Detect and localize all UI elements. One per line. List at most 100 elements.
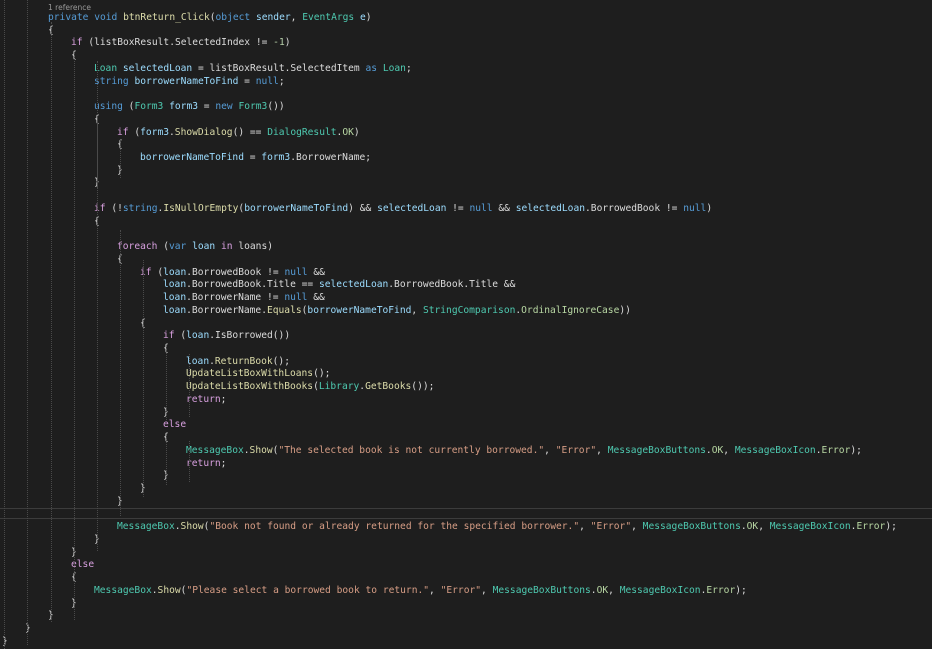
identifier: form3: [169, 101, 199, 113]
string-literal: "Error": [590, 521, 632, 533]
code-editor[interactable]: 1 reference private void btnReturn_Click…: [0, 0, 932, 649]
keyword: object: [215, 12, 251, 23]
code-text: ,: [608, 584, 620, 596]
type-name: MessageBoxIcon: [619, 584, 701, 596]
string-literal: "Book not found or already returned for …: [209, 521, 580, 533]
identifier: borrowerNameToFind: [244, 202, 349, 214]
keyword: as: [365, 62, 378, 74]
code-text: (!: [105, 202, 123, 214]
keyword: var: [169, 241, 187, 253]
identifier: loan: [163, 304, 187, 316]
method-name: IsNullOrEmpty: [163, 202, 239, 214]
type-name: Form3: [238, 101, 268, 113]
code-text: ): [353, 126, 360, 138]
code-line-text: return;: [186, 393, 226, 406]
keyword: null: [683, 202, 707, 214]
code-text: ;: [220, 457, 227, 469]
code-text: );: [885, 521, 897, 533]
code-text: ,: [481, 584, 493, 596]
code-line-text: if (listBoxResult.SelectedIndex != -1): [71, 36, 291, 49]
code-text: ,: [429, 584, 441, 596]
code-text: ();: [272, 355, 290, 367]
keyword: string: [122, 202, 158, 214]
enum-member: Error: [856, 521, 886, 533]
indent-guide: [74, 52, 75, 620]
code-text: ,: [723, 444, 735, 456]
code-text: ,: [596, 444, 608, 456]
identifier: selectedLoan: [515, 202, 586, 214]
code-text: .BorrowedBook !=: [186, 266, 285, 278]
code-text: ,: [544, 444, 556, 456]
method-name: UpdateListBoxWithBooks: [186, 381, 314, 393]
type-name: MessageBoxButtons: [642, 521, 741, 533]
code-line-text: loan.BorrowedBook.Title == selectedLoan.…: [163, 278, 515, 291]
code-text: (: [174, 330, 187, 342]
code-line-text: MessageBox.Show("Book not found or alrea…: [117, 520, 897, 533]
control-keyword: if: [140, 266, 152, 278]
code-text: ,: [631, 521, 643, 533]
code-text: ,: [411, 304, 423, 316]
enum-member: OK: [596, 584, 609, 596]
enum-member: OK: [711, 444, 724, 456]
control-keyword: if: [117, 126, 129, 138]
code-text: =: [243, 152, 262, 164]
code-text: (: [157, 241, 169, 253]
code-line-text: loan.BorrowerName != null &&: [163, 291, 325, 304]
keyword: null: [284, 266, 308, 278]
enum-member: Error: [821, 444, 851, 456]
control-keyword: else: [163, 419, 187, 431]
type-name: MessageBoxIcon: [734, 444, 816, 456]
string-literal: "Please select a borrowed book to return…: [186, 584, 430, 596]
code-text: ;: [278, 75, 285, 87]
keyword: void: [94, 12, 118, 23]
keyword: null: [469, 202, 493, 214]
identifier: selectedLoan: [377, 202, 447, 214]
code-text: .BorrowerName.: [186, 304, 267, 316]
identifier: borrowerNameToFind: [140, 152, 244, 164]
code-text: (: [128, 126, 141, 138]
code-text: = listBoxResult.SelectedItem: [192, 62, 366, 74]
code-line-text: if (loan.BorrowedBook != null &&: [140, 266, 325, 279]
code-text: );: [850, 444, 862, 456]
method-name: Show: [180, 521, 204, 533]
code-text: &&: [307, 292, 325, 304]
indent-guide: [166, 438, 167, 485]
code-line-text: MessageBox.Show("Please select a borrowe…: [94, 584, 747, 597]
code-line-text: else: [163, 418, 186, 431]
control-keyword: return: [186, 393, 221, 405]
method-name: ReturnBook: [214, 355, 273, 367]
code-text: );: [735, 584, 747, 596]
code-line-text: private void btnReturn_Click(object send…: [48, 11, 372, 24]
identifier: form3: [261, 152, 291, 164]
type-name: MessageBoxButtons: [492, 584, 591, 596]
code-line-text: Loan selectedLoan = listBoxResult.Select…: [94, 62, 412, 75]
identifier: loan: [163, 292, 187, 304]
control-keyword: return: [186, 457, 221, 469]
code-line-text: loan.BorrowerName.Equals(borrowerNameToF…: [163, 304, 631, 317]
keyword: null: [255, 75, 279, 87]
method-name: GetBooks: [365, 381, 412, 393]
type-name: MessageBoxIcon: [769, 521, 851, 533]
code-text: )): [619, 304, 631, 316]
enum-member: OrdinalIgnoreCase: [521, 304, 620, 316]
type-name: MessageBox: [186, 444, 244, 456]
code-text: ();: [313, 368, 331, 380]
type-name: Library: [318, 381, 360, 393]
code-text: !=: [446, 202, 470, 214]
identifier: loan: [163, 266, 187, 278]
control-keyword: in: [221, 241, 233, 253]
indent-guide: [120, 230, 121, 516]
code-line-text: UpdateListBoxWithLoans();: [186, 367, 330, 380]
code-text: ): [365, 12, 372, 23]
number-literal: -1: [273, 37, 285, 49]
method-name: ShowDialog: [174, 126, 233, 138]
identifier: borrowerNameToFind: [134, 75, 239, 87]
identifier: loan: [163, 279, 187, 291]
code-text: ,: [579, 521, 591, 533]
code-text: (: [122, 101, 135, 113]
code-text: ;: [220, 393, 227, 405]
identifier: loan: [192, 241, 216, 253]
code-text: .BorrowerName;: [290, 152, 372, 164]
code-text: (: [151, 266, 164, 278]
method-name: Equals: [266, 304, 302, 316]
